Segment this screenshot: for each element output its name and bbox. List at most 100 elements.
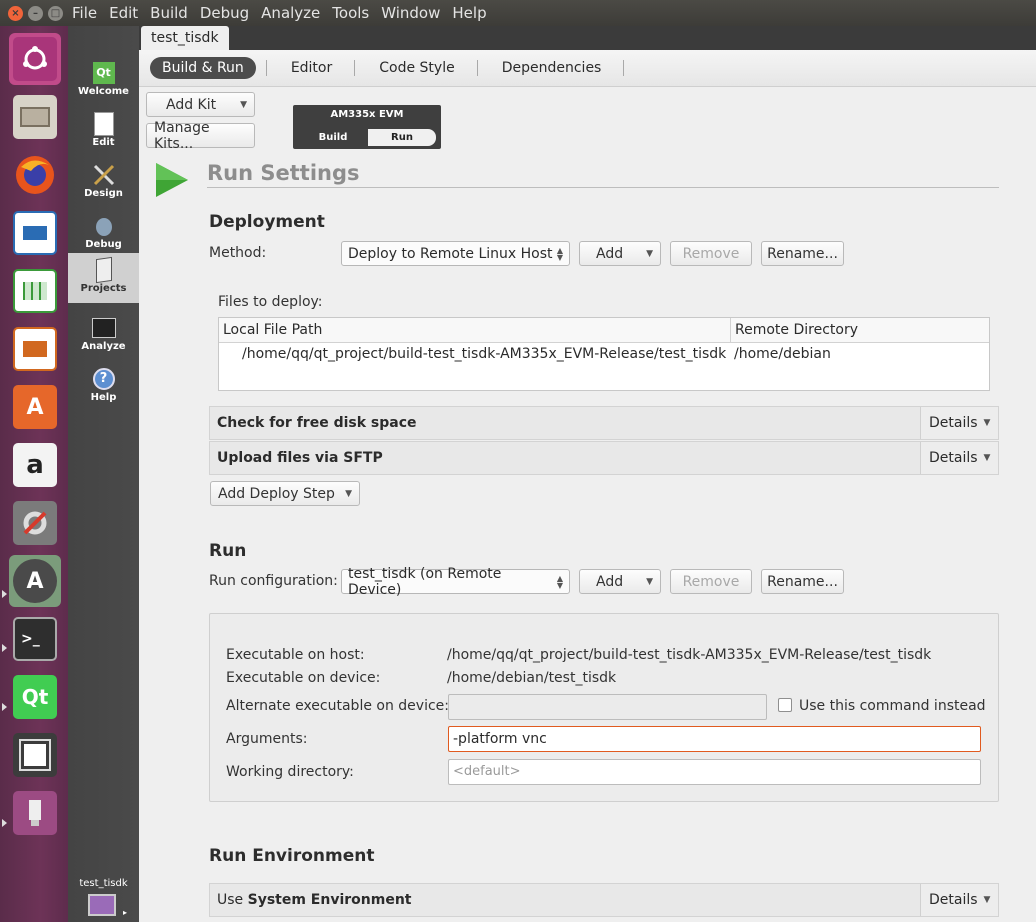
run-rename-button[interactable]: Rename... <box>761 569 844 594</box>
mode-projects[interactable]: Projects <box>68 253 139 303</box>
manage-kits-button[interactable]: Manage Kits... <box>146 120 255 152</box>
firefox-icon[interactable] <box>9 149 61 201</box>
run-remove-button[interactable]: Remove <box>670 569 752 594</box>
monitor-icon[interactable] <box>88 894 116 916</box>
table-row[interactable]: /home/qq/qt_project/build-test_tisdk-AM3… <box>219 343 989 365</box>
kit-selector: AM335x EVM Build Run <box>293 105 441 149</box>
details-button[interactable]: Details ▼ <box>920 884 998 916</box>
maximize-window-icon[interactable]: □ <box>48 5 63 21</box>
document-tabs: test_tisdk <box>139 26 1036 50</box>
deploy-files-table: Local File Path Remote Directory /home/q… <box>218 317 990 391</box>
files-to-deploy-label: Files to deploy: <box>218 294 323 310</box>
menu-debug[interactable]: Debug <box>200 4 249 22</box>
floppy-icon[interactable] <box>9 729 61 781</box>
kit-selector-project[interactable]: test_tisdk <box>68 878 139 889</box>
nav-separator <box>354 60 356 76</box>
run-config-panel: Executable on host: /home/qq/qt_project/… <box>209 613 999 802</box>
mode-analyze[interactable]: Analyze <box>68 311 139 362</box>
mode-welcome[interactable]: Qt Welcome <box>68 56 139 107</box>
software-center-icon[interactable]: A <box>9 381 61 433</box>
menu-build[interactable]: Build <box>150 4 188 22</box>
arguments-label: Arguments: <box>226 731 308 747</box>
chevron-down-icon: ▼ <box>240 99 247 110</box>
deploy-method-select[interactable]: Deploy to Remote Linux Host ▲ ▼ <box>341 241 570 266</box>
chevron-down-icon: ▼ <box>983 895 991 905</box>
menu-file[interactable]: File <box>72 4 97 22</box>
files-icon[interactable] <box>9 91 61 143</box>
projects-icon <box>92 256 116 284</box>
menu-analyze[interactable]: Analyze <box>261 4 320 22</box>
project-settings-nav: Build & Run Editor Code Style Dependenci… <box>139 50 1036 87</box>
details-button[interactable]: Details ▼ <box>920 442 998 474</box>
details-button[interactable]: Details ▼ <box>920 407 998 439</box>
local-path-cell: /home/qq/qt_project/build-test_tisdk-AM3… <box>242 346 727 362</box>
run-env-prefix: Use <box>217 892 248 908</box>
column-remote-directory[interactable]: Remote Directory <box>731 318 989 342</box>
mode-design[interactable]: Design <box>68 158 139 209</box>
tab-dependencies[interactable]: Dependencies <box>490 57 614 79</box>
kit-run-tab[interactable]: Run <box>368 129 436 146</box>
deployment-heading: Deployment <box>209 212 325 232</box>
mode-bar: Qt Welcome Edit Design Debug Projects An… <box>68 26 139 922</box>
calc-icon[interactable] <box>9 265 61 317</box>
minimize-window-icon[interactable]: – <box>28 5 43 21</box>
add-kit-button[interactable]: Add Kit ▼ <box>146 92 255 117</box>
deploy-rename-button[interactable]: Rename... <box>761 241 844 266</box>
run-heading: Run <box>209 541 247 561</box>
nav-separator <box>623 60 625 76</box>
add-deploy-step-button[interactable]: Add Deploy Step ▼ <box>210 481 360 506</box>
usb-drive-icon[interactable] <box>9 787 61 839</box>
column-local-path[interactable]: Local File Path <box>219 318 731 342</box>
tab-build-run[interactable]: Build & Run <box>150 57 256 79</box>
tab-editor[interactable]: Editor <box>279 57 344 79</box>
menu-edit[interactable]: Edit <box>109 4 138 22</box>
tab-test-tisdk[interactable]: test_tisdk <box>141 26 229 50</box>
arguments-input[interactable]: -platform vnc <box>448 726 981 752</box>
close-window-icon[interactable]: × <box>8 5 23 21</box>
running-indicator-icon <box>2 819 7 827</box>
software-updater-icon[interactable]: A <box>9 555 61 607</box>
tab-code-style[interactable]: Code Style <box>367 57 466 79</box>
use-command-checkbox[interactable] <box>778 698 792 712</box>
mode-edit[interactable]: Edit <box>68 107 139 158</box>
qt-logo-icon: Qt <box>92 60 116 86</box>
run-settings-title: Run Settings <box>207 161 360 185</box>
qt-creator-icon[interactable]: Qt <box>9 671 61 723</box>
exe-host-value: /home/qq/qt_project/build-test_tisdk-AM3… <box>447 647 932 663</box>
amazon-icon[interactable]: a <box>9 439 61 491</box>
running-indicator-icon <box>2 644 7 652</box>
impress-icon[interactable] <box>9 323 61 375</box>
deploy-add-button[interactable]: Add ▼ <box>579 241 661 266</box>
ubuntu-icon[interactable] <box>9 33 61 85</box>
nav-separator <box>476 60 478 76</box>
exe-device-value: /home/debian/test_tisdk <box>447 670 617 686</box>
menu-tools[interactable]: Tools <box>332 4 369 22</box>
run-env-heading: Run Environment <box>209 846 375 866</box>
working-dir-input[interactable]: <default> <box>448 759 981 785</box>
chevron-down-icon: ▼ <box>983 453 991 463</box>
run-play-icon <box>156 163 188 197</box>
alt-exe-input[interactable] <box>448 694 767 720</box>
alt-exe-label: Alternate executable on device: <box>226 698 449 714</box>
spinner-arrows-icon: ▲ ▼ <box>556 573 563 590</box>
launcher: A a A >_ Qt <box>0 26 68 922</box>
nav-separator <box>265 60 267 76</box>
design-tools-icon <box>92 162 116 188</box>
spinner-arrows-icon: ▲ ▼ <box>556 245 563 262</box>
writer-icon[interactable] <box>9 207 61 259</box>
run-config-select[interactable]: test_tisdk (on Remote Device) ▲ ▼ <box>341 566 570 598</box>
bug-icon <box>92 213 116 239</box>
terminal-icon[interactable]: >_ <box>9 613 61 665</box>
use-command-label: Use this command instead <box>799 698 986 714</box>
kit-build-tab[interactable]: Build <box>298 129 368 146</box>
mode-help[interactable]: ? Help <box>68 362 139 413</box>
chevron-down-icon: ▼ <box>646 576 653 587</box>
remote-dir-cell: /home/debian <box>734 346 831 362</box>
run-add-button[interactable]: Add ▼ <box>579 569 661 594</box>
run-env-row: Use System Environment Details ▼ <box>209 883 999 917</box>
menu-window[interactable]: Window <box>381 4 440 22</box>
menu-help[interactable]: Help <box>452 4 486 22</box>
deploy-step-sftp: Upload files via SFTP Details ▼ <box>209 441 999 475</box>
deploy-remove-button[interactable]: Remove <box>670 241 752 266</box>
system-settings-icon[interactable] <box>9 497 61 549</box>
